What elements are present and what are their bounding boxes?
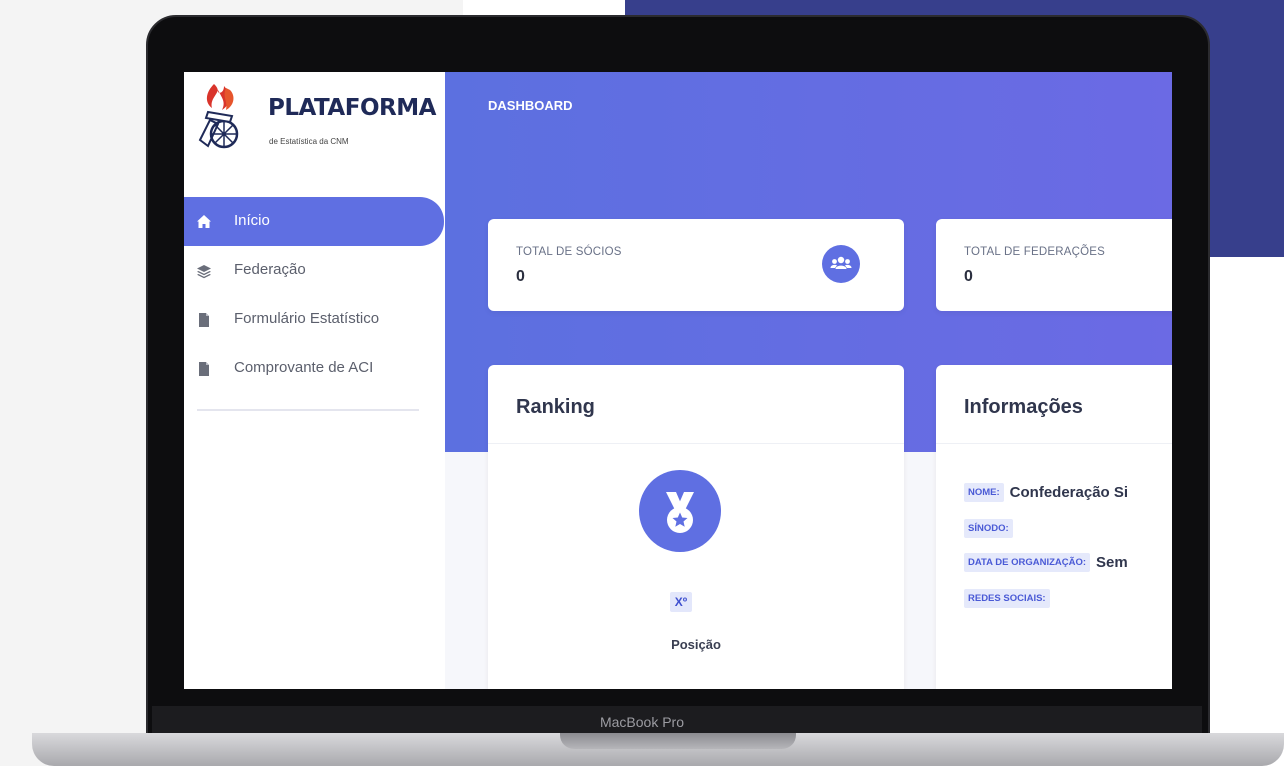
logo-emblem-icon bbox=[198, 84, 239, 149]
file-icon bbox=[199, 362, 209, 376]
stat-card-socios[interactable]: TOTAL DE SÓCIOS 0 bbox=[488, 219, 904, 311]
stat-icon-badge bbox=[822, 245, 860, 283]
info-value: Sem bbox=[1096, 554, 1128, 571]
sidebar-item-comprovante[interactable]: Comprovante de ACI bbox=[184, 344, 444, 393]
stat-label: TOTAL DE SÓCIOS bbox=[516, 246, 622, 258]
sidebar-divider bbox=[197, 409, 419, 411]
logo[interactable]: PLATAFORMA de Estatística da CNM bbox=[196, 78, 436, 158]
card-divider bbox=[488, 443, 904, 444]
stat-value: 0 bbox=[964, 268, 973, 285]
card-title: Ranking bbox=[516, 396, 595, 418]
card-divider bbox=[936, 443, 1172, 444]
sidebar-nav: Início Federação Formulário Estatístico bbox=[184, 197, 445, 393]
file-icon bbox=[199, 313, 209, 327]
rank-caption: Posição bbox=[671, 637, 721, 652]
info-row-sinodo: SÍNODO: bbox=[964, 519, 1019, 538]
info-row-nome: NOME: Confederação Si bbox=[964, 483, 1128, 502]
logo-title: PLATAFORMA bbox=[268, 95, 436, 121]
rank-position-badge: Xº bbox=[670, 592, 692, 612]
info-tag: DATA DE ORGANIZAÇÃO: bbox=[964, 553, 1091, 572]
layers-icon bbox=[197, 265, 211, 279]
stat-label: TOTAL DE FEDERAÇÕES bbox=[964, 246, 1105, 258]
info-row-data-organizacao: DATA DE ORGANIZAÇÃO: Sem bbox=[964, 553, 1128, 572]
sidebar-item-label: Comprovante de ACI bbox=[234, 359, 374, 376]
app-screen: PLATAFORMA de Estatística da CNM Início … bbox=[184, 72, 1172, 689]
sidebar-item-label: Federação bbox=[234, 261, 306, 278]
info-card: Informações NOME: Confederação Si SÍNODO… bbox=[936, 365, 1172, 689]
sidebar-item-inicio[interactable]: Início bbox=[184, 197, 444, 246]
ranking-card: Ranking Xº Posição bbox=[488, 365, 904, 689]
sidebar-item-formulario[interactable]: Formulário Estatístico bbox=[184, 295, 444, 344]
medal-badge bbox=[639, 470, 721, 552]
logo-subtitle: de Estatística da CNM bbox=[269, 137, 349, 146]
laptop-notch bbox=[560, 733, 796, 749]
info-tag: SÍNODO: bbox=[964, 519, 1013, 538]
users-icon bbox=[830, 256, 852, 269]
sidebar-item-label: Formulário Estatístico bbox=[234, 310, 380, 327]
stat-value: 0 bbox=[516, 268, 525, 285]
info-tag: REDES SOCIAIS: bbox=[964, 589, 1050, 608]
info-value: Confederação Si bbox=[1009, 484, 1129, 501]
home-icon bbox=[197, 215, 211, 228]
page-title: DASHBOARD bbox=[488, 98, 573, 113]
stat-card-federacoes[interactable]: TOTAL DE FEDERAÇÕES 0 bbox=[936, 219, 1172, 311]
medal-icon bbox=[666, 492, 694, 533]
sidebar: PLATAFORMA de Estatística da CNM Início … bbox=[184, 72, 445, 689]
info-row-redes-sociais: REDES SOCIAIS: bbox=[964, 589, 1056, 608]
info-tag: NOME: bbox=[964, 483, 1004, 502]
sidebar-item-federacao[interactable]: Federação bbox=[184, 246, 444, 295]
card-title: Informações bbox=[964, 396, 1083, 418]
sidebar-item-label: Início bbox=[234, 212, 270, 229]
